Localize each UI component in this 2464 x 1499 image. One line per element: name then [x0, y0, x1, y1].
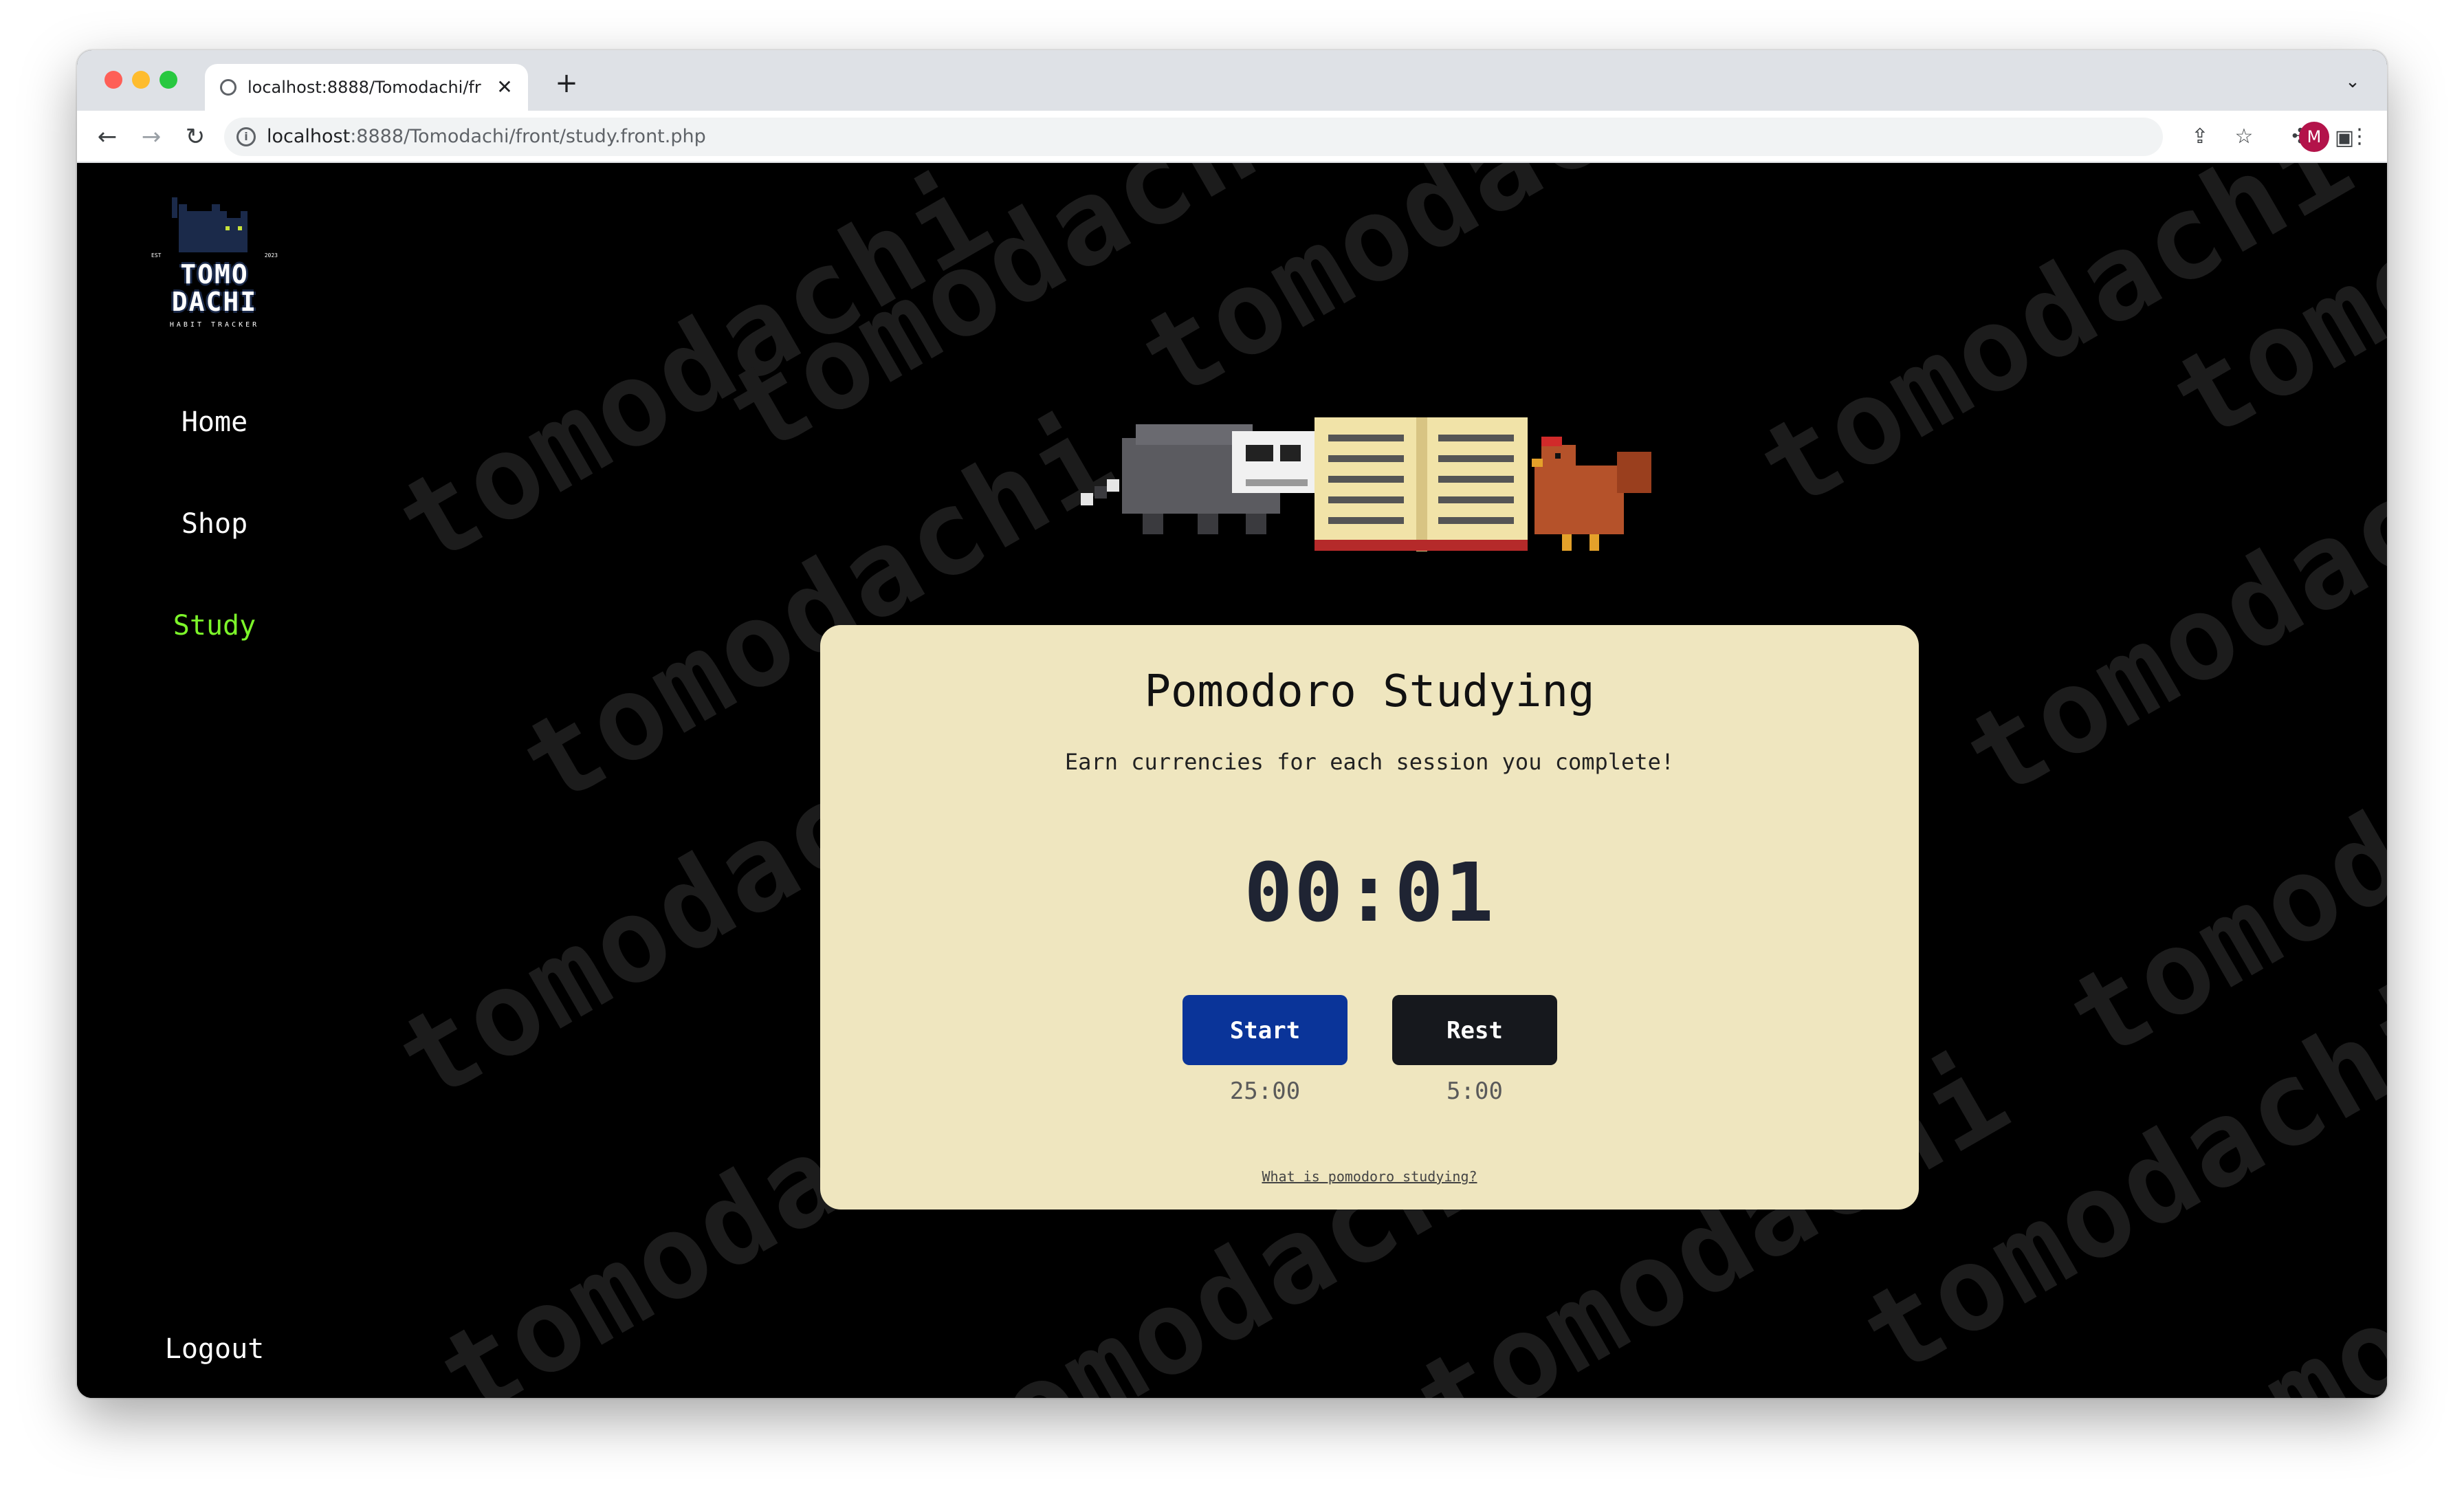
minimize-window-icon[interactable] [132, 71, 150, 89]
logout-link[interactable]: Logout [77, 1333, 352, 1365]
pomodoro-card: Pomodoro Studying Earn currencies for ea… [820, 625, 1919, 1210]
nav-study-link[interactable]: Study [77, 610, 352, 642]
share-icon[interactable]: ⇪ [2184, 120, 2216, 153]
watermark-text: tomodachi [1943, 378, 2387, 827]
forward-arrow-icon[interactable]: → [135, 120, 168, 153]
site-info-icon[interactable]: i [236, 127, 256, 146]
reload-icon[interactable]: ↻ [179, 120, 212, 153]
browser-tab[interactable]: localhost:8888/Tomodachi/front/study.fro… [205, 64, 528, 111]
rest-duration: 5:00 [1446, 1077, 1503, 1105]
sidebar: EST 2023 TOMO DACHI HABIT TRACKER Home S… [77, 163, 352, 1398]
pomodoro-help-link[interactable]: What is pomodoro studying? [820, 1168, 1919, 1185]
tab-search-chevron-icon[interactable]: ⌄ [2339, 68, 2366, 96]
rest-button[interactable]: Rest [1392, 995, 1557, 1065]
logo-wordmark: TOMO DACHI [151, 261, 278, 316]
browser-toolbar: ← → ↻ i localhost:8888/Tomodachi/front/s… [77, 111, 2387, 163]
study-pets-illustration [1081, 417, 1651, 551]
logo-subtitle: HABIT TRACKER [169, 321, 260, 329]
url-path: :8888/Tomodachi/front/study.front.php [350, 126, 706, 147]
tab-close-icon[interactable]: ✕ [492, 75, 517, 100]
page-content: tomodachi tomodachi tomodachi tomodachi … [77, 163, 2387, 1398]
favicon-icon [220, 79, 236, 96]
close-window-icon[interactable] [104, 71, 122, 89]
url-host: localhost [267, 126, 351, 147]
raccoon-icon [1081, 424, 1314, 534]
url-text[interactable]: localhost:8888/Tomodachi/front/study.fro… [267, 126, 706, 148]
browser-window: localhost:8888/Tomodachi/front/study.fro… [77, 50, 2387, 1398]
bookmark-star-icon[interactable]: ☆ [2228, 120, 2260, 153]
address-bar[interactable]: i localhost:8888/Tomodachi/front/study.f… [224, 118, 2163, 156]
card-title: Pomodoro Studying [1144, 666, 1595, 717]
card-subtitle: Earn currencies for each session you com… [1064, 749, 1675, 775]
maximize-window-icon[interactable] [160, 71, 177, 89]
start-duration: 25:00 [1229, 1077, 1301, 1105]
nav-shop-link[interactable]: Shop [77, 508, 352, 540]
nav-home-link[interactable]: Home [77, 406, 352, 438]
back-arrow-icon[interactable]: ← [91, 120, 124, 153]
tab-strip: localhost:8888/Tomodachi/front/study.fro… [77, 50, 2387, 111]
more-menu-icon[interactable]: ⋮ [2343, 120, 2376, 153]
profile-avatar[interactable]: M [2299, 122, 2329, 152]
new-tab-button[interactable]: + [551, 68, 582, 98]
tab-title: localhost:8888/Tomodachi/front/study.fro… [248, 78, 481, 97]
logo-est: EST [151, 252, 162, 259]
logo-line2: DACHI [171, 287, 258, 317]
logo-line1: TOMO [180, 259, 249, 289]
chicken-icon [1532, 437, 1651, 551]
book-icon [1314, 417, 1528, 551]
tomodachi-logo[interactable]: EST 2023 TOMO DACHI HABIT TRACKER [151, 190, 278, 335]
timer-display: 00:01 [1244, 845, 1495, 940]
start-button[interactable]: Start [1182, 995, 1348, 1065]
cat-icon [172, 197, 248, 252]
logo-year: 2023 [264, 252, 278, 259]
